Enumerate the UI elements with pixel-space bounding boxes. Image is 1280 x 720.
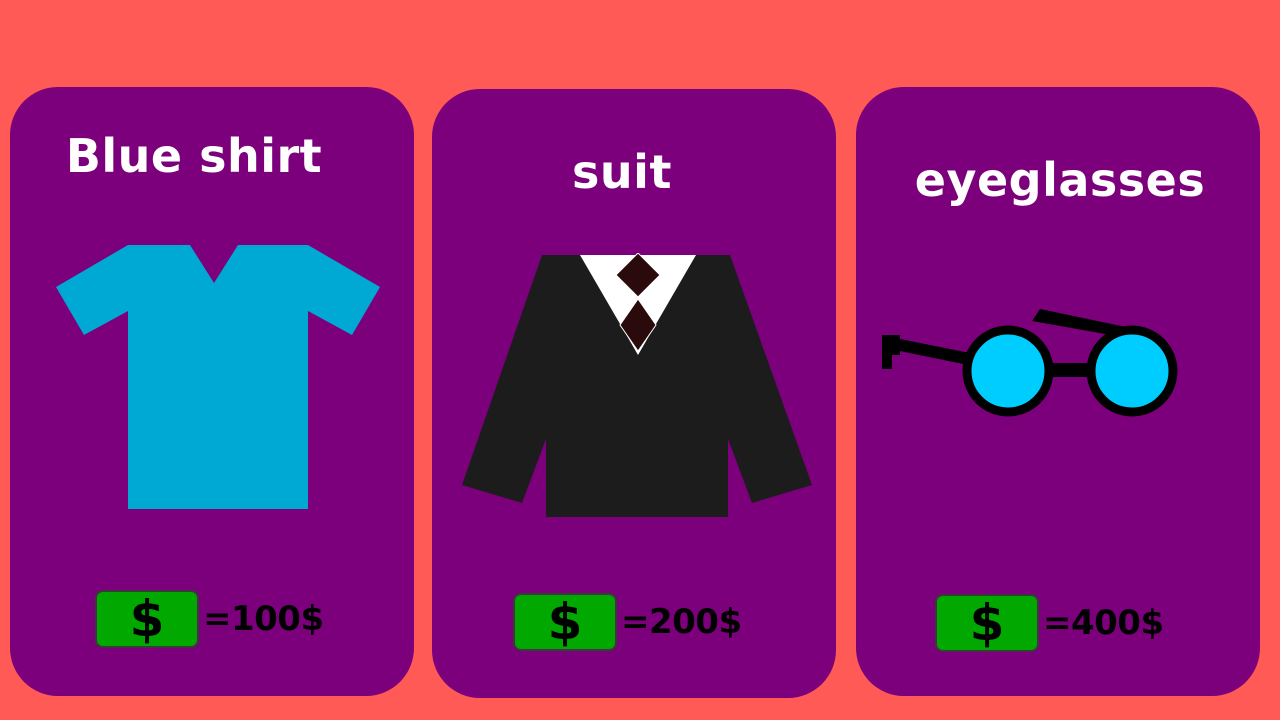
price-label: =200$ <box>621 602 742 642</box>
price-row: $ =200$ <box>513 593 742 651</box>
dollar-bill-icon[interactable]: $ <box>95 590 199 648</box>
dollar-bill-icon[interactable]: $ <box>513 593 617 651</box>
item-title: Blue shirt <box>65 129 323 183</box>
shop-card-eyeglasses[interactable]: eyeglasses $ =400$ <box>856 87 1260 696</box>
price-label: =400$ <box>1043 603 1164 643</box>
dollar-bill-icon[interactable]: $ <box>935 594 1039 652</box>
price-row: $ =100$ <box>95 590 324 648</box>
shop-card-blue-shirt[interactable]: Blue shirt $ =100$ <box>10 87 414 696</box>
price-row: $ =400$ <box>935 594 1164 652</box>
shop-card-suit[interactable]: suit $ =200$ <box>432 89 836 698</box>
item-title: suit <box>572 145 672 199</box>
price-label: =100$ <box>203 599 324 639</box>
suit-icon <box>462 253 812 517</box>
item-title: eyeglasses <box>914 153 1206 207</box>
eyeglasses-icon <box>882 309 1178 417</box>
tshirt-icon <box>56 245 380 509</box>
